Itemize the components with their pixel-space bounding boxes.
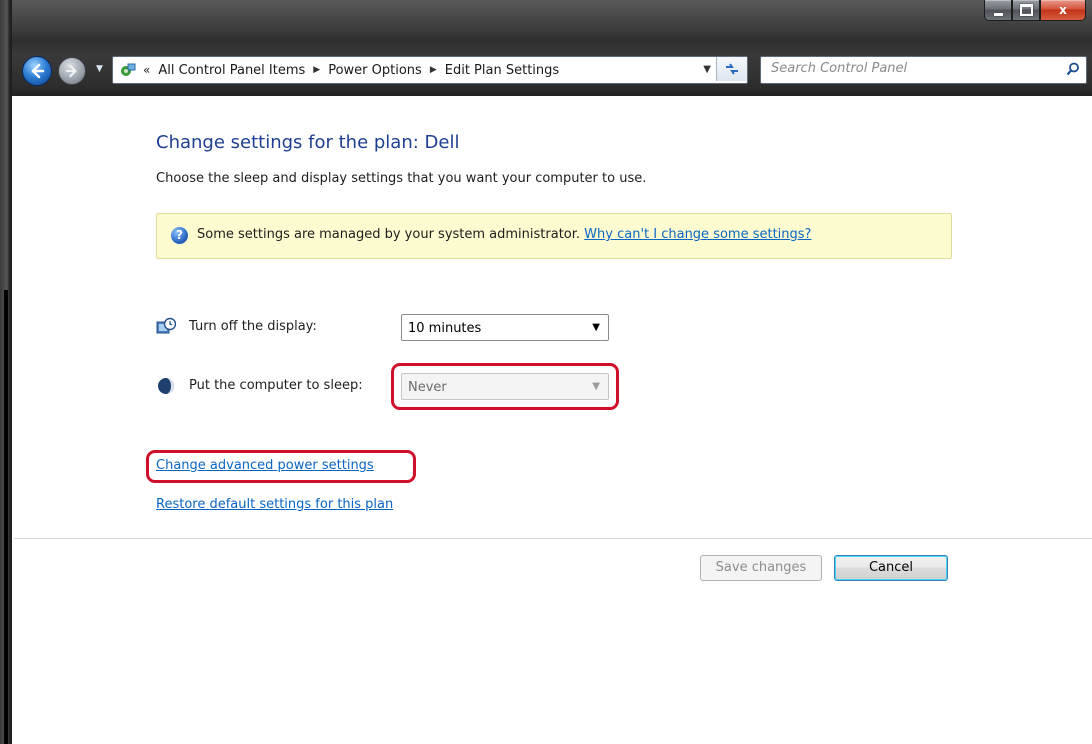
address-history-dropdown-icon[interactable]: ▼ bbox=[703, 64, 711, 75]
sleep-label: Put the computer to sleep: bbox=[189, 378, 363, 393]
search-input[interactable]: Search Control Panel bbox=[760, 56, 1087, 84]
info-banner-message: Some settings are managed by your system… bbox=[197, 227, 585, 242]
control-panel-icon bbox=[119, 61, 139, 79]
close-icon: x bbox=[1059, 3, 1067, 17]
advanced-link-highlight bbox=[146, 450, 416, 483]
save-changes-button[interactable]: Save changes bbox=[700, 555, 822, 581]
address-bar[interactable]: « All Control Panel Items ▶ Power Option… bbox=[112, 56, 748, 84]
display-off-value: 10 minutes bbox=[408, 321, 482, 336]
window-left-frame bbox=[0, 0, 12, 744]
breadcrumb-power-options[interactable]: Power Options bbox=[328, 63, 422, 78]
display-off-select[interactable]: 10 minutes ▼ bbox=[401, 314, 609, 341]
back-button[interactable] bbox=[22, 56, 52, 86]
info-banner-text: Some settings are managed by your system… bbox=[197, 227, 811, 242]
refresh-button[interactable] bbox=[716, 57, 747, 81]
minimize-icon bbox=[993, 12, 1003, 16]
maximize-button[interactable] bbox=[1012, 0, 1040, 21]
refresh-icon bbox=[726, 63, 738, 75]
display-off-label: Turn off the display: bbox=[189, 319, 317, 334]
page-title: Change settings for the plan: Dell bbox=[156, 132, 460, 153]
minimize-button[interactable] bbox=[984, 0, 1012, 21]
admin-info-banner: ? Some settings are managed by your syst… bbox=[156, 213, 952, 259]
forward-arrow-icon bbox=[65, 64, 77, 78]
recent-pages-dropdown-icon[interactable]: ▼ bbox=[96, 64, 103, 74]
sleep-select-highlight bbox=[391, 363, 619, 410]
caption-buttons: x bbox=[984, 0, 1086, 22]
chevron-down-icon: ▼ bbox=[592, 322, 600, 333]
footer-divider bbox=[14, 538, 1092, 539]
search-icon[interactable] bbox=[1066, 62, 1080, 76]
control-panel-window: x ▼ « All Control Panel Items ▶ Power Op… bbox=[0, 0, 1092, 744]
display-off-setting: Turn off the display: 10 minutes ▼ bbox=[156, 314, 636, 342]
why-cant-change-link[interactable]: Why can't I change some settings? bbox=[584, 227, 811, 242]
forward-button[interactable] bbox=[58, 57, 86, 85]
page-subtitle: Choose the sleep and display settings th… bbox=[156, 171, 647, 186]
address-overflow-chevron[interactable]: « bbox=[143, 63, 150, 77]
breadcrumb-separator-icon[interactable]: ▶ bbox=[430, 65, 437, 75]
back-arrow-icon bbox=[31, 63, 45, 79]
breadcrumb-all-control-panel-items[interactable]: All Control Panel Items bbox=[158, 63, 305, 78]
maximize-icon bbox=[1019, 4, 1033, 16]
frame-shadow-bar bbox=[4, 290, 8, 744]
help-icon: ? bbox=[171, 227, 188, 244]
monitor-clock-icon bbox=[156, 317, 176, 334]
breadcrumb-separator-icon[interactable]: ▶ bbox=[313, 65, 320, 75]
restore-defaults-link[interactable]: Restore default settings for this plan bbox=[156, 497, 393, 512]
search-placeholder: Search Control Panel bbox=[771, 61, 908, 76]
cancel-button[interactable]: Cancel bbox=[834, 555, 948, 581]
moon-sleep-icon bbox=[158, 378, 174, 394]
breadcrumb-edit-plan-settings[interactable]: Edit Plan Settings bbox=[445, 63, 559, 78]
close-button[interactable]: x bbox=[1040, 0, 1086, 21]
main-content: Change settings for the plan: Dell Choos… bbox=[14, 96, 1092, 744]
